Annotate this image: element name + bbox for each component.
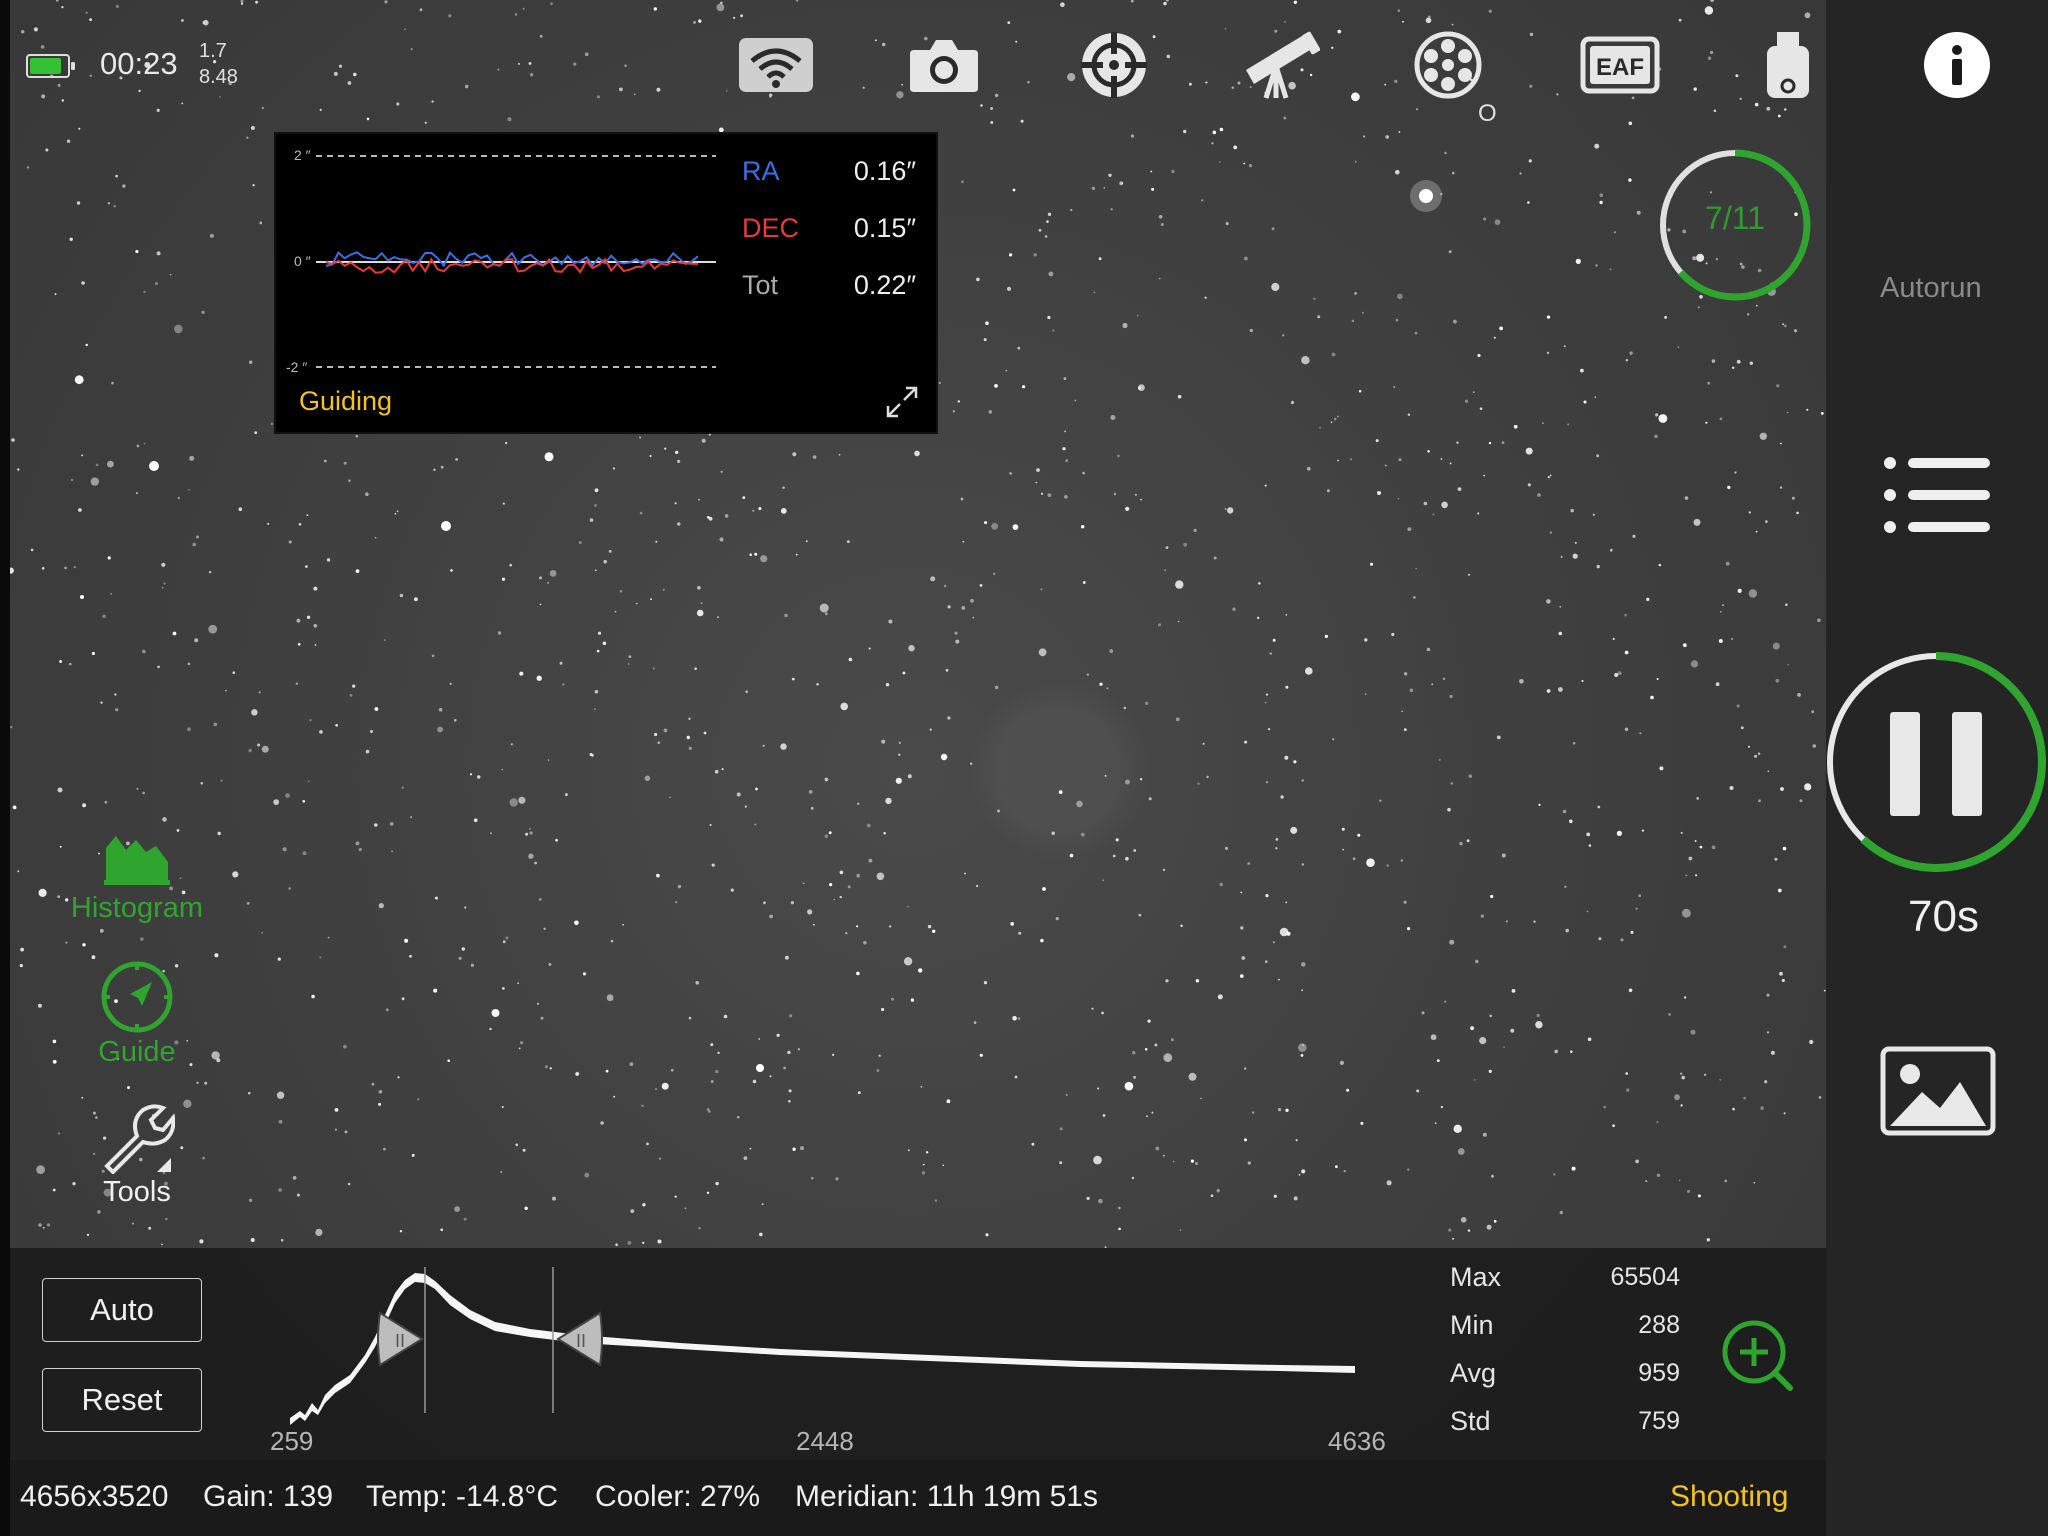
stat-max-value: 65504 [1610, 1263, 1680, 1291]
wifi-icon[interactable] [736, 30, 816, 100]
filter-wheel-icon[interactable] [1408, 30, 1488, 100]
guiding-panel[interactable]: 2 ″ 0 ″ -2 ″ RA 0.16″ DEC 0.15″ Tot 0.22… [274, 132, 938, 434]
stat-min-value: 288 [1638, 1311, 1680, 1339]
hist-tick-min: 259 [270, 1426, 314, 1456]
clock: 00:23 [100, 46, 178, 81]
histogram-tool-button[interactable]: Histogram [52, 828, 222, 925]
dec-label: DEC [742, 213, 800, 243]
histogram-curve [290, 1273, 1355, 1425]
histogram-label: Histogram [70, 892, 204, 924]
tot-label: Tot [742, 270, 779, 300]
stat-std-label: Std [1450, 1406, 1491, 1436]
hist-tick-mid: 2448 [796, 1426, 854, 1456]
tot-value: 0.22″ [853, 270, 916, 300]
battery-icon [26, 54, 75, 78]
telescope-icon[interactable] [1240, 30, 1320, 100]
histogram-graph[interactable]: II II [280, 1255, 1360, 1430]
guide-tool-button[interactable]: Guide [52, 960, 222, 1069]
autorun-count: 7/11 [1705, 200, 1765, 236]
eaf-icon[interactable]: EAF [1580, 30, 1660, 100]
camera-icon[interactable] [904, 30, 984, 100]
guide-compass-icon [101, 961, 173, 1033]
exposure-time[interactable]: 70s [1908, 892, 1979, 942]
version-line1: 1.7 [199, 40, 227, 62]
pause-capture-button[interactable] [1824, 650, 2048, 874]
autorun-label[interactable]: Autorun [1880, 272, 1982, 305]
status-cooler: Cooler: 27% [595, 1480, 761, 1513]
guide-label: Guide [98, 1036, 176, 1068]
status-state: Shooting [1670, 1480, 1789, 1513]
dec-value: 0.15″ [853, 213, 916, 243]
info-icon[interactable] [1924, 32, 1990, 98]
hist-tick-max: 4636 [1328, 1426, 1386, 1456]
status-temp: Temp: -14.8°C [366, 1480, 559, 1513]
guide-y-top: 2 ″ [294, 147, 311, 163]
wrench-icon [104, 1104, 175, 1174]
stat-avg-value: 959 [1638, 1359, 1680, 1387]
status-resolution: 4656x3520 [20, 1480, 169, 1513]
histogram-icon [104, 836, 170, 885]
eaf-label: EAF [1596, 54, 1644, 81]
status-meridian: Meridian: 11h 19m 51s [795, 1480, 1098, 1513]
gallery-icon[interactable] [1880, 1046, 1996, 1136]
zoom-in-icon[interactable] [1720, 1318, 1796, 1394]
expand-icon[interactable] [884, 384, 920, 420]
reset-stretch-button[interactable]: Reset [42, 1368, 202, 1432]
guide-graph [316, 155, 716, 368]
pause-icon [1890, 712, 1920, 816]
stat-max-label: Max [1450, 1262, 1502, 1292]
svg-text:II: II [395, 1331, 405, 1351]
tools-label: Tools [103, 1176, 171, 1208]
filter-position: O [1478, 100, 1497, 127]
auto-stretch-button[interactable]: Auto [42, 1278, 202, 1342]
stat-min-label: Min [1450, 1310, 1494, 1340]
battery-fill [30, 58, 61, 74]
version-line2: 8.48 [199, 66, 238, 88]
usb-drive-icon[interactable] [1748, 30, 1828, 100]
guide-scope-icon[interactable] [1074, 30, 1154, 100]
stat-avg-label: Avg [1450, 1358, 1497, 1388]
ra-label: RA [742, 156, 780, 186]
status-gain: Gain: 139 [203, 1480, 334, 1513]
guide-y-mid: 0 ″ [294, 253, 311, 269]
tools-button[interactable]: Tools [52, 1102, 222, 1209]
left-edge [0, 0, 10, 1536]
stat-std-value: 759 [1638, 1407, 1680, 1435]
guide-y-bottom: -2 ″ [286, 359, 308, 375]
guiding-title: Guiding [299, 386, 393, 416]
svg-text:II: II [576, 1331, 586, 1351]
menu-list-icon[interactable] [1882, 455, 1992, 535]
ra-value: 0.16″ [853, 156, 916, 186]
